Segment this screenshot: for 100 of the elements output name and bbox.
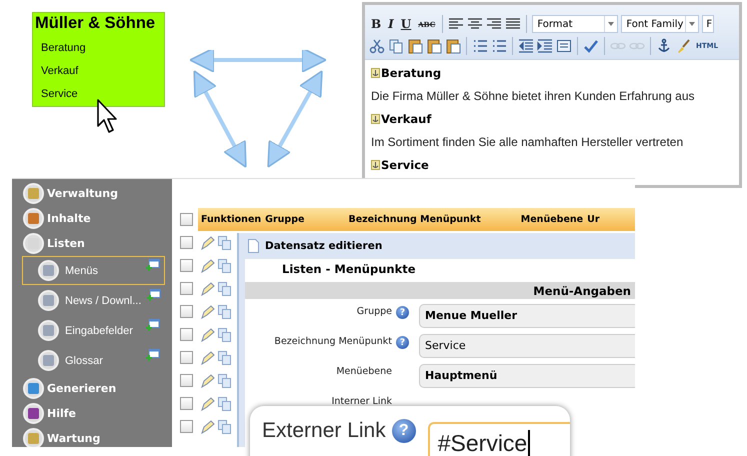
format-button[interactable]: B (369, 15, 384, 33)
align-icon[interactable] (505, 17, 522, 31)
numbers-icon[interactable] (491, 38, 507, 54)
site-menu-link[interactable]: Service (33, 86, 78, 102)
align-icon[interactable] (486, 17, 502, 31)
copy-icon[interactable] (218, 258, 231, 272)
row-checkbox[interactable] (180, 259, 193, 272)
section-title: Menü-Angaben (533, 284, 631, 298)
edit-pencil-icon[interactable] (201, 282, 215, 296)
document-icon (248, 239, 259, 253)
edit-pencil-icon[interactable] (201, 304, 215, 318)
input-field[interactable]: Service (419, 334, 635, 358)
text-cursor (528, 430, 530, 456)
row-checkbox[interactable] (180, 305, 193, 318)
edit-pencil-icon[interactable] (201, 396, 215, 410)
copy-icon[interactable] (218, 236, 231, 250)
sidebar-item[interactable]: Verwaltung (12, 181, 172, 206)
select-all-checkbox[interactable] (180, 213, 193, 226)
copy-icon[interactable] (388, 38, 404, 54)
caret-icon (689, 22, 696, 26)
column-header[interactable]: Funktionen (201, 214, 262, 225)
edit-pencil-icon[interactable] (201, 328, 215, 342)
anchor-icon[interactable] (656, 38, 672, 54)
field-label: Menüebene (335, 365, 392, 377)
input-field[interactable]: Menue Mueller (419, 304, 635, 328)
heading-text: Beratung (381, 66, 442, 80)
form-heading: Listen - Menüpunkte (281, 261, 417, 278)
check-icon[interactable] (583, 38, 599, 54)
align-icon[interactable] (467, 17, 484, 31)
field-label: Gruppe (356, 305, 392, 317)
heading-text: Service (381, 158, 429, 172)
column-header[interactable]: Menüebene (520, 214, 584, 225)
edit-pencil-icon[interactable] (201, 258, 215, 272)
copy-icon[interactable] (218, 328, 231, 342)
list-icon (38, 260, 59, 281)
row-checkbox[interactable] (180, 351, 193, 364)
sidebar-subitem[interactable]: Menüs (22, 256, 165, 285)
edit-pencil-icon[interactable] (201, 236, 215, 250)
section-icon (23, 208, 44, 229)
add-window-icon[interactable] (146, 319, 160, 331)
field-label: Interner Link (330, 395, 392, 407)
edit-pencil-icon[interactable] (201, 350, 215, 364)
field-label: Bezeichnung Menüpunkt (273, 335, 392, 347)
anchor-icon (371, 114, 380, 124)
site-menu-link[interactable]: Beratung (33, 40, 86, 56)
copy-icon[interactable] (218, 304, 231, 318)
edit-pencil-icon[interactable] (201, 374, 215, 388)
sidebar-subitem[interactable]: Glossar (22, 346, 165, 375)
section-icon (23, 183, 44, 204)
paste-icon[interactable] (407, 38, 423, 54)
column-header[interactable]: Bezeichnung Menüpunkt (348, 214, 481, 225)
heading-text: Verkauf (381, 112, 432, 126)
row-checkbox[interactable] (180, 328, 193, 341)
outdent-icon[interactable] (518, 38, 534, 54)
font-size-dropdown[interactable]: F (702, 15, 714, 33)
scissors-icon[interactable] (369, 38, 385, 54)
format-dropdown[interactable]: Format (532, 15, 618, 33)
font-family-dropdown[interactable]: Font Family (621, 15, 700, 33)
row-checkbox[interactable] (180, 236, 193, 249)
dialog-title: Datensatz editieren (265, 240, 382, 252)
add-window-icon[interactable] (146, 259, 160, 271)
sidebar-item[interactable]: Generieren (12, 376, 172, 401)
copy-icon[interactable] (218, 350, 231, 364)
align-icon[interactable] (448, 17, 464, 31)
paragraph-text: Im Sortiment finden Sie alle namhaften Hersteller vertreten (371, 134, 684, 151)
row-checkbox[interactable] (180, 374, 193, 387)
column-header[interactable]: Ur (587, 214, 600, 225)
column-header[interactable]: Gruppe (265, 214, 304, 225)
add-window-icon[interactable] (147, 289, 162, 301)
copy-icon[interactable] (218, 396, 231, 410)
brush-icon[interactable] (675, 38, 691, 54)
sidebar-subitem[interactable]: News / Downl... (22, 286, 165, 315)
box-icon[interactable] (556, 38, 572, 54)
input-field[interactable]: #Service (428, 422, 570, 456)
list-icon (38, 290, 59, 311)
row-checkbox[interactable] (180, 397, 193, 410)
sidebar-item[interactable]: Inhalte (12, 206, 172, 231)
input-field[interactable]: Hauptmenü (419, 364, 635, 388)
format-button[interactable]: I (386, 15, 396, 33)
row-checkbox[interactable] (180, 420, 193, 433)
edit-pencil-icon[interactable] (201, 420, 215, 434)
caret-icon (608, 22, 614, 26)
copy-icon[interactable] (218, 374, 231, 388)
copy-icon[interactable] (218, 282, 231, 296)
copy-icon[interactable] (218, 420, 231, 434)
format-button[interactable]: U (398, 15, 414, 33)
paste-icon[interactable] (426, 38, 442, 54)
add-window-icon[interactable] (146, 349, 160, 361)
sidebar-subitem[interactable]: Eingabefelder (22, 316, 165, 345)
sidebar-item[interactable]: Wartung (12, 426, 172, 447)
sidebar-item[interactable]: Hilfe (12, 401, 172, 426)
row-checkbox[interactable] (180, 282, 193, 295)
sidebar-item[interactable]: Listen (12, 231, 172, 256)
section-icon (23, 378, 44, 399)
list-icon (38, 350, 59, 371)
site-menu-link[interactable]: Verkauf (33, 63, 78, 79)
list-icon (38, 320, 59, 341)
paste-icon[interactable] (445, 38, 461, 54)
indent-icon[interactable] (537, 38, 553, 54)
bullets-icon[interactable] (472, 38, 488, 54)
